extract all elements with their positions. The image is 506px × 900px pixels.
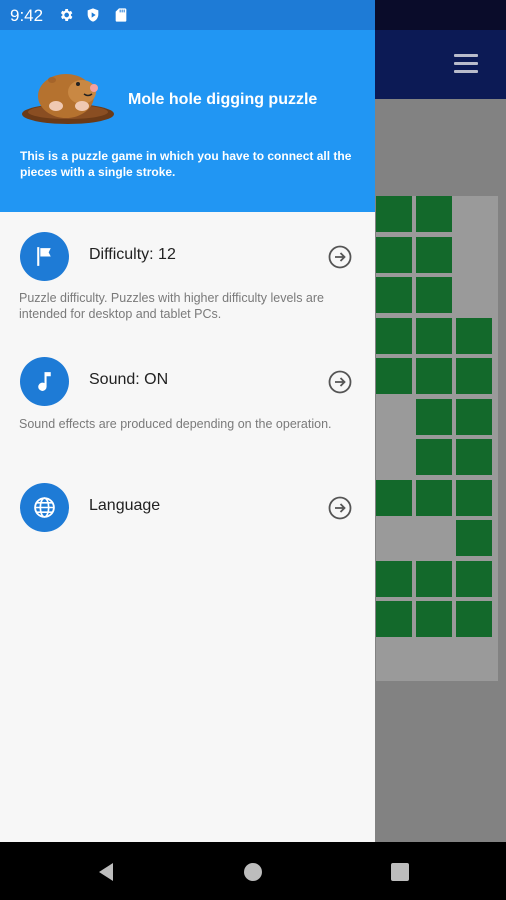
board-cell[interactable] (376, 601, 412, 637)
arrow-right-circle-icon[interactable] (328, 370, 352, 394)
board-cell[interactable] (456, 317, 492, 354)
board-cell[interactable] (456, 479, 492, 516)
app-description: This is a puzzle game in which you have … (20, 149, 352, 179)
sound-icon-circle (20, 357, 69, 406)
board-cell[interactable] (376, 479, 412, 516)
board-cell[interactable] (416, 196, 452, 232)
app-title: Mole hole digging puzzle (128, 91, 318, 108)
back-icon[interactable] (96, 862, 116, 882)
board-cell[interactable] (416, 439, 452, 475)
settings-gear-icon (60, 9, 73, 21)
arrow-right-circle-icon[interactable] (328, 245, 352, 269)
sd-card-icon (115, 8, 127, 22)
board-cell[interactable] (416, 601, 452, 637)
board-cell[interactable] (376, 317, 412, 354)
language-label: Language (89, 497, 161, 514)
board-cell[interactable] (376, 358, 412, 394)
board-cell[interactable] (376, 236, 412, 273)
board-cell[interactable] (416, 277, 452, 313)
mole-logo (22, 74, 114, 124)
language-setting[interactable]: Language (0, 483, 375, 543)
board-cell[interactable] (456, 439, 492, 475)
board-cell[interactable] (376, 196, 412, 232)
sound-setting[interactable]: Sound: ON (0, 357, 375, 417)
board-cell[interactable] (416, 317, 452, 354)
status-bar: 9:42 (0, 0, 375, 30)
difficulty-help-text: Puzzle difficulty. Puzzles with higher d… (19, 291, 324, 321)
board-cell[interactable] (456, 358, 492, 394)
shield-play-icon (87, 8, 99, 22)
board-cell[interactable] (416, 560, 452, 597)
board-cell[interactable] (416, 358, 452, 394)
board-cell[interactable] (416, 398, 452, 435)
flag-icon (37, 247, 51, 266)
music-note-icon (38, 372, 51, 391)
board-cell[interactable] (376, 560, 412, 597)
board-cell[interactable] (416, 479, 452, 516)
recent-apps-icon[interactable] (390, 862, 410, 882)
board-cell[interactable] (456, 520, 492, 556)
navigation-drawer: 9:42 Mole hole digging puzzle This is a … (0, 0, 375, 842)
board-cell[interactable] (456, 601, 492, 637)
system-navigation-bar (0, 842, 506, 900)
difficulty-setting[interactable]: Difficulty: 12 (0, 232, 375, 292)
home-icon[interactable] (243, 862, 263, 882)
puzzle-board[interactable] (376, 196, 498, 681)
status-time: 9:42 (10, 6, 44, 25)
hamburger-menu-icon[interactable] (454, 54, 480, 74)
sound-label: Sound: ON (89, 371, 169, 388)
board-cell[interactable] (456, 560, 492, 597)
language-icon-circle (20, 483, 69, 532)
difficulty-icon-circle (20, 232, 69, 281)
globe-icon (34, 497, 55, 518)
board-cell[interactable] (456, 398, 492, 435)
sound-help-text: Sound effects are produced depending on … (19, 417, 332, 431)
board-cell[interactable] (416, 236, 452, 273)
board-cell[interactable] (376, 277, 412, 313)
arrow-right-circle-icon[interactable] (328, 496, 352, 520)
difficulty-label: Difficulty: 12 (89, 246, 176, 263)
drawer-header: Mole hole digging puzzle This is a puzzl… (0, 30, 375, 212)
